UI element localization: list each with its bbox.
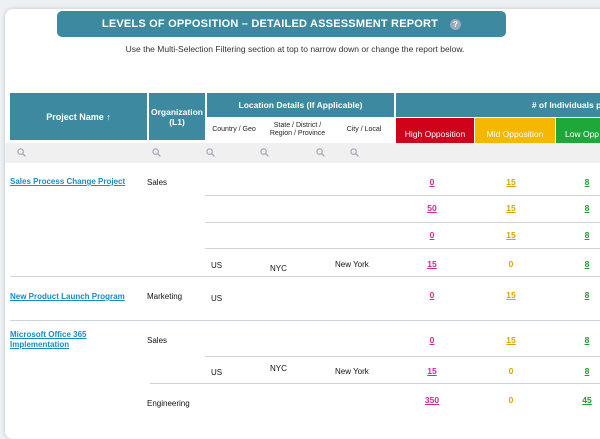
column-header-city[interactable]: City / Local [334, 118, 394, 142]
report-title-bar: LEVELS OF OPPOSITION – DETAILED ASSESSME… [57, 11, 506, 37]
project-link[interactable]: New Product Launch Program [10, 292, 125, 302]
org-cell: Marketing [147, 292, 183, 301]
city-cell: New York [335, 260, 369, 269]
low-count[interactable]: 8 [572, 177, 600, 187]
row-divider [150, 383, 600, 384]
mid-count[interactable]: 15 [496, 290, 526, 300]
mid-count[interactable]: 15 [496, 335, 526, 345]
row-divider [205, 222, 600, 223]
high-count[interactable]: 50 [417, 203, 447, 213]
mid-count[interactable]: 15 [496, 230, 526, 240]
column-header-individuals: # of Individuals pe [396, 93, 600, 117]
low-count[interactable]: 8 [572, 203, 600, 213]
column-header-project-name[interactable]: Project Name ↑ [10, 93, 147, 140]
filter-row [5, 143, 600, 163]
project-link[interactable]: Microsoft Office 365 Implementation [10, 330, 120, 350]
org-cell: Sales [147, 178, 168, 187]
column-header-location: Location Details (If Applicable) [207, 93, 394, 117]
low-count[interactable]: 45 [572, 395, 600, 405]
search-icon[interactable] [206, 148, 215, 157]
search-icon[interactable] [350, 148, 359, 157]
search-icon[interactable] [260, 148, 269, 157]
mid-count: 0 [508, 395, 514, 405]
state-cell: NYC [270, 364, 287, 373]
high-count[interactable]: 0 [417, 177, 447, 187]
row-divider [10, 320, 600, 321]
mid-count: 0 [508, 366, 514, 376]
country-cell: US [211, 294, 223, 303]
row-divider [205, 195, 600, 196]
org-cell: Engineering [147, 399, 190, 408]
report-title: LEVELS OF OPPOSITION – DETAILED ASSESSME… [101, 18, 439, 30]
high-count[interactable]: 0 [417, 290, 447, 300]
column-header-individuals-label: # of Individuals pe [531, 100, 600, 110]
row-divider [10, 276, 600, 277]
mid-count: 0 [508, 259, 514, 269]
mid-count[interactable]: 15 [496, 203, 526, 213]
project-link[interactable]: Sales Process Change Project [10, 177, 125, 187]
row-divider [205, 248, 600, 249]
state-cell: NYC [270, 264, 287, 273]
low-count[interactable]: 8 [572, 230, 600, 240]
column-header-organization[interactable]: Organization (L1) [149, 93, 205, 140]
country-cell: US [211, 261, 223, 270]
column-header-country[interactable]: Country / Geo [207, 118, 261, 142]
high-count[interactable]: 0 [417, 230, 447, 240]
low-count[interactable]: 8 [572, 259, 600, 269]
search-icon[interactable] [316, 148, 325, 157]
low-count[interactable]: 8 [572, 290, 600, 300]
org-cell: Sales [147, 336, 168, 345]
column-header-state[interactable]: State / District / Region / Province [262, 118, 333, 142]
row-divider [205, 356, 600, 357]
report-subtitle: Use the Multi-Selection Filtering sectio… [125, 44, 465, 54]
high-count[interactable]: 15 [417, 259, 447, 269]
country-cell: US [211, 368, 223, 377]
mid-count[interactable]: 15 [496, 177, 526, 187]
search-icon[interactable] [17, 148, 26, 157]
high-count[interactable]: 15 [417, 366, 447, 376]
low-count[interactable]: 8 [572, 366, 600, 376]
help-icon[interactable]: ? [450, 18, 462, 30]
city-cell: New York [335, 367, 369, 376]
high-count[interactable]: 0 [417, 335, 447, 345]
search-icon[interactable] [152, 148, 161, 157]
low-count[interactable]: 8 [572, 335, 600, 345]
high-count[interactable]: 350 [417, 395, 447, 405]
